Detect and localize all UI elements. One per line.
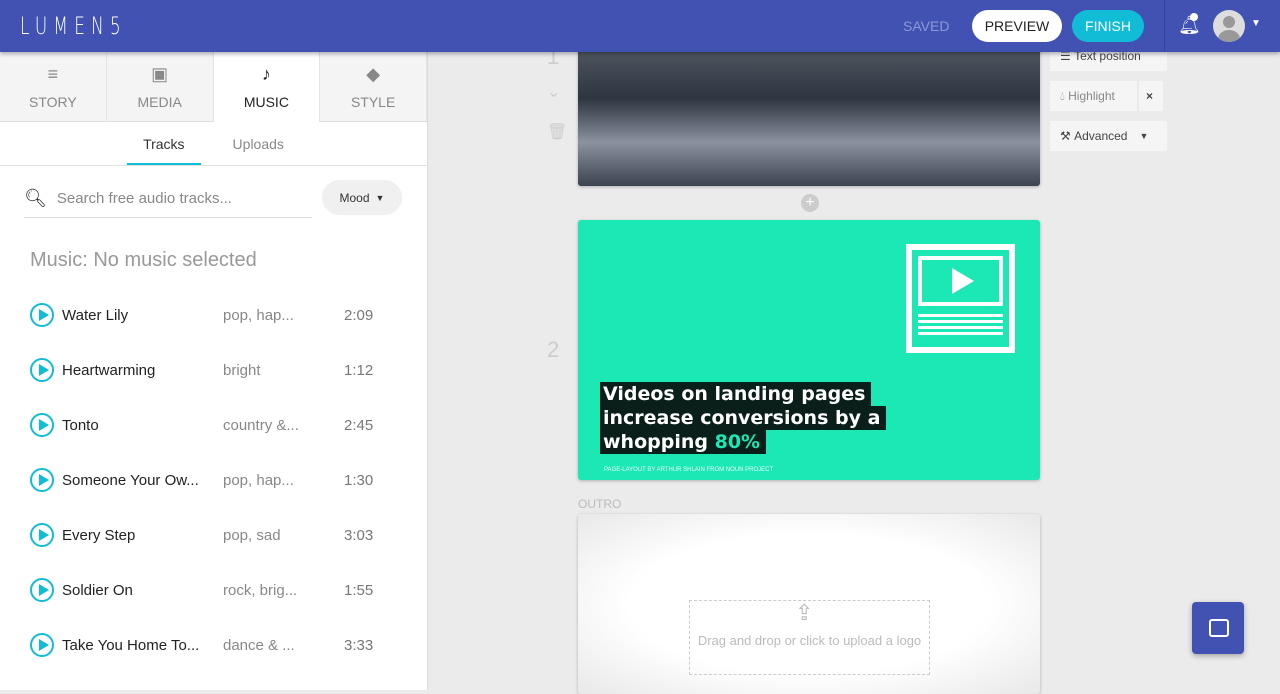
track-tags: pop, hap...: [223, 306, 294, 324]
track-duration: 2:45: [344, 416, 374, 434]
play-icon[interactable]: [30, 523, 54, 547]
logo-dropzone[interactable]: ⇪ Drag and drop or click to upload a logo: [689, 600, 930, 675]
search-input[interactable]: 🔍︎ Search free audio tracks...: [24, 180, 312, 218]
tools-icon: ⚒: [1060, 129, 1075, 143]
track-name: Soldier On: [62, 581, 133, 599]
track-name: Tonto: [62, 416, 99, 434]
top-bar: LUMEN5 SAVED PREVIEW FINISH 🔔︎ ▼: [0, 0, 1280, 52]
slide-2[interactable]: Videos on landing pages increase convers…: [578, 220, 1040, 480]
logo[interactable]: LUMEN5: [20, 12, 127, 40]
headline-line: increase conversions by a: [600, 406, 887, 430]
headline-line: whopping: [603, 431, 715, 453]
mood-dropdown[interactable]: Mood ▼: [322, 180, 402, 215]
divider: [1164, 0, 1165, 52]
track-row[interactable]: Tonto country &... 2:45: [30, 412, 410, 438]
dropzone-text: Drag and drop or click to upload a logo: [697, 633, 922, 648]
add-slide-icon[interactable]: +: [801, 194, 819, 212]
left-panel: ≡ STORY ▣ MEDIA ♪ MUSIC ◆ STYLE Tracks Uploa…: [0, 52, 428, 690]
track-row[interactable]: Every Step pop, sad 3:03: [30, 522, 410, 548]
track-duration: 1:55: [344, 581, 374, 599]
outro-slide: ⇪ Drag and drop or click to upload a logo: [578, 514, 1040, 694]
trash-icon[interactable]: 🗑︎: [547, 122, 567, 142]
finish-button[interactable]: FINISH: [1072, 10, 1144, 42]
story-icon: ≡: [47, 64, 59, 84]
music-note-icon: ♪: [261, 64, 271, 84]
upload-icon: ⇪: [795, 600, 814, 625]
track-tags: pop, sad: [223, 526, 281, 544]
subtab-uploads[interactable]: Uploads: [217, 122, 300, 165]
track-tags: bright: [223, 361, 261, 379]
outro-label: OUTRO: [578, 497, 622, 511]
clear-highlight-button[interactable]: ×: [1139, 81, 1163, 111]
track-row[interactable]: Soldier On rock, brig... 1:55: [30, 577, 410, 603]
track-name: Water Lily: [62, 306, 129, 324]
track-name: Take You Home To...: [62, 636, 200, 654]
advanced-dropdown[interactable]: ⚒ Advanced ▼: [1050, 121, 1167, 151]
tab-label: STORY: [29, 94, 77, 110]
tool-label: Highlight: [1068, 89, 1115, 103]
chat-button[interactable]: [1192, 602, 1244, 654]
tab-label: STYLE: [350, 94, 396, 110]
play-icon[interactable]: [30, 358, 54, 382]
track-row[interactable]: Take You Home To... dance & ... 3:33: [30, 632, 410, 658]
track-duration: 1:30: [344, 471, 374, 489]
search-placeholder: Search free audio tracks...: [56, 190, 232, 207]
track-duration: 3:33: [344, 636, 374, 654]
tab-style[interactable]: ◆ STYLE: [320, 52, 427, 122]
notification-dot: [1190, 13, 1198, 21]
play-icon[interactable]: [30, 468, 54, 492]
play-icon[interactable]: [30, 303, 54, 327]
slide-number: 2: [547, 337, 560, 362]
palette-icon: ◆: [366, 64, 381, 84]
track-name: Someone Your Ow...: [62, 471, 199, 489]
tool-label: Advanced: [1074, 129, 1128, 143]
play-icon[interactable]: [30, 633, 54, 657]
tab-media[interactable]: ▣ MEDIA: [106, 52, 214, 122]
track-tags: country &...: [223, 416, 299, 434]
highlight-button[interactable]: 💧︎ Highlight: [1050, 81, 1137, 111]
chevron-down-icon[interactable]: ▼: [1251, 18, 1261, 29]
headline-line: Videos on landing pages: [600, 382, 872, 406]
subtab-tracks[interactable]: Tracks: [127, 122, 201, 165]
track-name: Heartwarming: [62, 361, 156, 379]
chevron-down-icon: ▼: [375, 192, 385, 203]
slide-headline[interactable]: Videos on landing pages increase convers…: [600, 382, 887, 454]
track-row[interactable]: Heartwarming bright 1:12: [30, 357, 410, 383]
track-row[interactable]: Water Lily pop, hap... 2:09: [30, 302, 410, 328]
track-tags: dance & ...: [223, 636, 295, 654]
track-duration: 2:09: [344, 306, 374, 324]
drop-icon: 💧︎: [1060, 88, 1069, 103]
preview-button[interactable]: PREVIEW: [972, 10, 1062, 42]
move-down-icon[interactable]: ⌄: [547, 82, 560, 102]
track-row[interactable]: Someone Your Ow... pop, hap... 1:30: [30, 467, 410, 493]
tab-label: MUSIC: [243, 94, 289, 110]
track-tags: rock, brig...: [223, 581, 298, 599]
saved-status: SAVED: [903, 18, 950, 34]
slide-1[interactable]: [578, 40, 1040, 186]
tab-music[interactable]: ♪ MUSIC: [213, 52, 321, 122]
track-duration: 3:03: [344, 526, 374, 544]
tab-story[interactable]: ≡ STORY: [0, 52, 107, 122]
track-duration: 1:12: [344, 361, 374, 379]
tab-label: MEDIA: [137, 94, 182, 110]
image-icon: ▣: [151, 64, 169, 84]
avatar[interactable]: [1213, 10, 1245, 42]
search-icon: 🔍︎: [24, 188, 47, 208]
headline-highlight: 80%: [714, 431, 761, 453]
mood-label: Mood: [339, 190, 370, 205]
track-tags: pop, hap...: [223, 471, 294, 489]
chevron-down-icon: ▼: [1139, 131, 1149, 141]
play-icon[interactable]: [30, 413, 54, 437]
play-icon[interactable]: [30, 578, 54, 602]
track-name: Every Step: [62, 526, 136, 544]
image-credit: PAGE-LAYOUT BY ARTHUR SHLAIN FROM NOUN P…: [604, 467, 774, 473]
music-status: Music: No music selected: [30, 249, 257, 271]
video-page-icon: [906, 244, 1015, 353]
